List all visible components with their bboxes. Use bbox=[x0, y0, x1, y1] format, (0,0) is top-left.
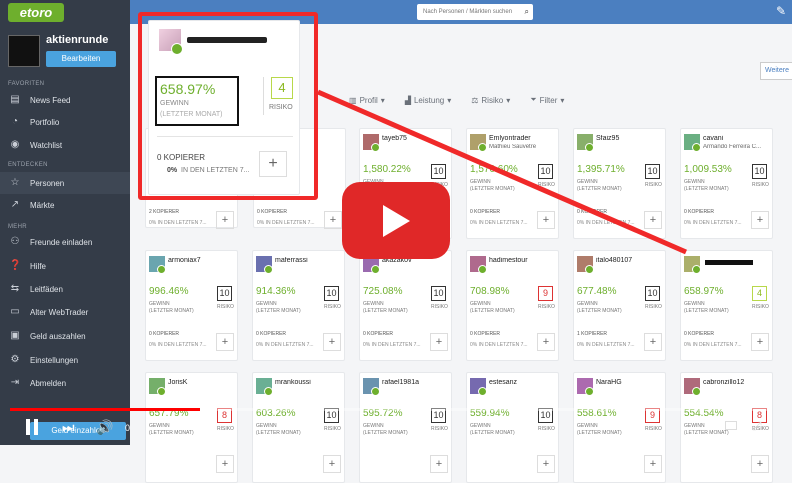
video-time: 0 bbox=[125, 423, 131, 433]
volume-icon[interactable]: 🔊 bbox=[96, 419, 113, 435]
progress-fill bbox=[10, 408, 200, 411]
next-icon[interactable]: ⏭ bbox=[62, 419, 75, 435]
copy-add-button[interactable]: + bbox=[430, 455, 448, 473]
copy-add-button[interactable]: + bbox=[216, 455, 234, 473]
video-controls: ⏭ 🔊 0 ⤢ bbox=[0, 405, 792, 445]
fullscreen-icon[interactable]: ⤢ bbox=[752, 419, 762, 434]
copy-add-button[interactable]: + bbox=[323, 455, 341, 473]
copy-add-button[interactable]: + bbox=[537, 455, 555, 473]
copy-add-button[interactable]: + bbox=[751, 455, 769, 473]
play-icon bbox=[383, 205, 410, 237]
pause-icon[interactable] bbox=[26, 419, 38, 435]
copy-add-button[interactable]: + bbox=[644, 455, 662, 473]
video-play-button[interactable] bbox=[342, 182, 450, 259]
theater-mode-icon[interactable] bbox=[725, 421, 737, 430]
